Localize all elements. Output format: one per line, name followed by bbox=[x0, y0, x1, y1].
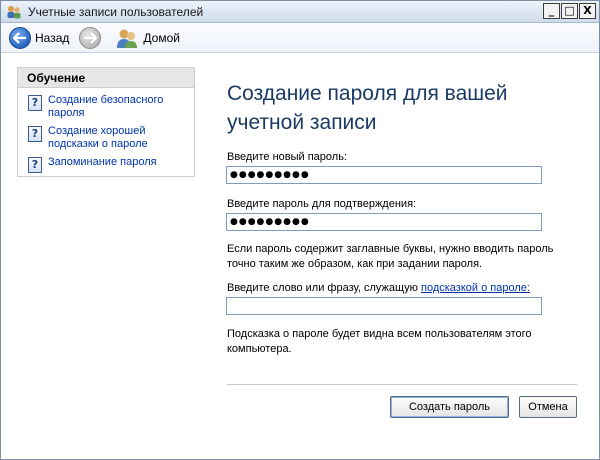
divider bbox=[227, 384, 577, 385]
password-hint-field[interactable] bbox=[226, 297, 542, 315]
navigation-bar: Назад Домой bbox=[1, 23, 599, 53]
home-label: Домой bbox=[143, 30, 180, 45]
page-title: Создание пароля для вашей учетной записи bbox=[227, 82, 508, 134]
sidebar-link-label[interactable]: Запоминание пароля bbox=[48, 156, 188, 169]
close-button[interactable]: X bbox=[579, 3, 596, 19]
help-icon: ? bbox=[28, 126, 42, 142]
forward-arrow-icon[interactable] bbox=[79, 26, 102, 49]
new-password-field[interactable]: ●●●●●●●●● bbox=[226, 166, 542, 184]
password-hint-label: Введите слово или фразу, служащую подска… bbox=[227, 282, 530, 294]
sidebar-header: Обучение bbox=[18, 68, 194, 88]
confirm-password-label: Введите пароль для подтверждения: bbox=[227, 198, 417, 210]
back-arrow-icon bbox=[9, 26, 31, 49]
create-password-button[interactable]: Создать пароль bbox=[390, 396, 509, 418]
sidebar-item-secure-password[interactable]: ? Создание безопасного пароля bbox=[28, 94, 190, 120]
sidebar-item-remember-password[interactable]: ? Запоминание пароля bbox=[28, 156, 190, 173]
help-icon: ? bbox=[28, 157, 42, 173]
hint-visibility-note: Подсказка о пароле будет видна всем поль… bbox=[227, 328, 532, 355]
password-hint-label-text: Введите слово или фразу, служащую bbox=[227, 282, 421, 294]
confirm-password-field[interactable]: ●●●●●●●●● bbox=[226, 213, 542, 231]
learn-about-panel: Обучение ? Создание безопасного пароля ?… bbox=[17, 67, 195, 177]
help-icon: ? bbox=[28, 95, 42, 111]
window-title: Учетные записи пользователей bbox=[28, 4, 204, 19]
sidebar-item-good-hint[interactable]: ? Создание хорошей подсказки о пароле bbox=[28, 125, 190, 151]
maximize-button[interactable]: □ bbox=[561, 3, 578, 19]
sidebar-link-label[interactable]: Создание безопасного пароля bbox=[48, 94, 188, 120]
back-label: Назад bbox=[35, 30, 70, 45]
sidebar-list: ? Создание безопасного пароля ? Создание… bbox=[18, 88, 194, 173]
user-accounts-window: Учетные записи пользователей _ □ X Назад bbox=[0, 0, 600, 460]
back-button[interactable]: Назад bbox=[9, 26, 70, 49]
home-button[interactable]: Домой bbox=[101, 27, 180, 49]
case-sensitivity-note: Если пароль содержит заглавные буквы, ну… bbox=[227, 243, 554, 270]
sidebar-link-label[interactable]: Создание хорошей подсказки о пароле bbox=[48, 125, 188, 151]
user-accounts-app-icon bbox=[6, 4, 22, 20]
cancel-button[interactable]: Отмена bbox=[519, 396, 577, 418]
new-password-label: Введите новый пароль: bbox=[227, 151, 348, 163]
minimize-button[interactable]: _ bbox=[543, 3, 560, 19]
title-bar: Учетные записи пользователей _ □ X bbox=[1, 1, 599, 23]
password-hint-link[interactable]: подсказкой о пароле: bbox=[421, 282, 530, 294]
user-accounts-icon bbox=[115, 27, 139, 49]
window-controls: _ □ X bbox=[543, 3, 596, 19]
